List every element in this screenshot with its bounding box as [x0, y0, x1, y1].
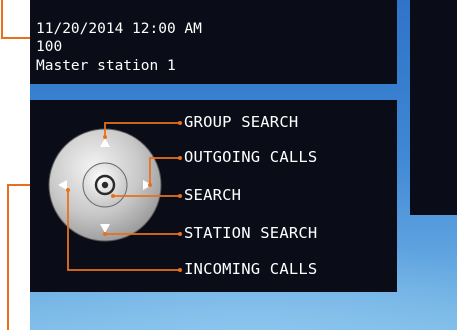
- incoming-calls-label: INCOMING CALLS: [184, 260, 318, 278]
- group-search-label: GROUP SEARCH: [184, 113, 299, 131]
- nav-pad[interactable]: [48, 128, 162, 242]
- station-search-label: STATION SEARCH: [184, 224, 318, 242]
- nav-callout-line: [7, 184, 30, 330]
- top-callout-line: [1, 0, 30, 39]
- search-label: SEARCH: [184, 186, 242, 204]
- outgoing-calls-label: OUTGOING CALLS: [184, 148, 318, 166]
